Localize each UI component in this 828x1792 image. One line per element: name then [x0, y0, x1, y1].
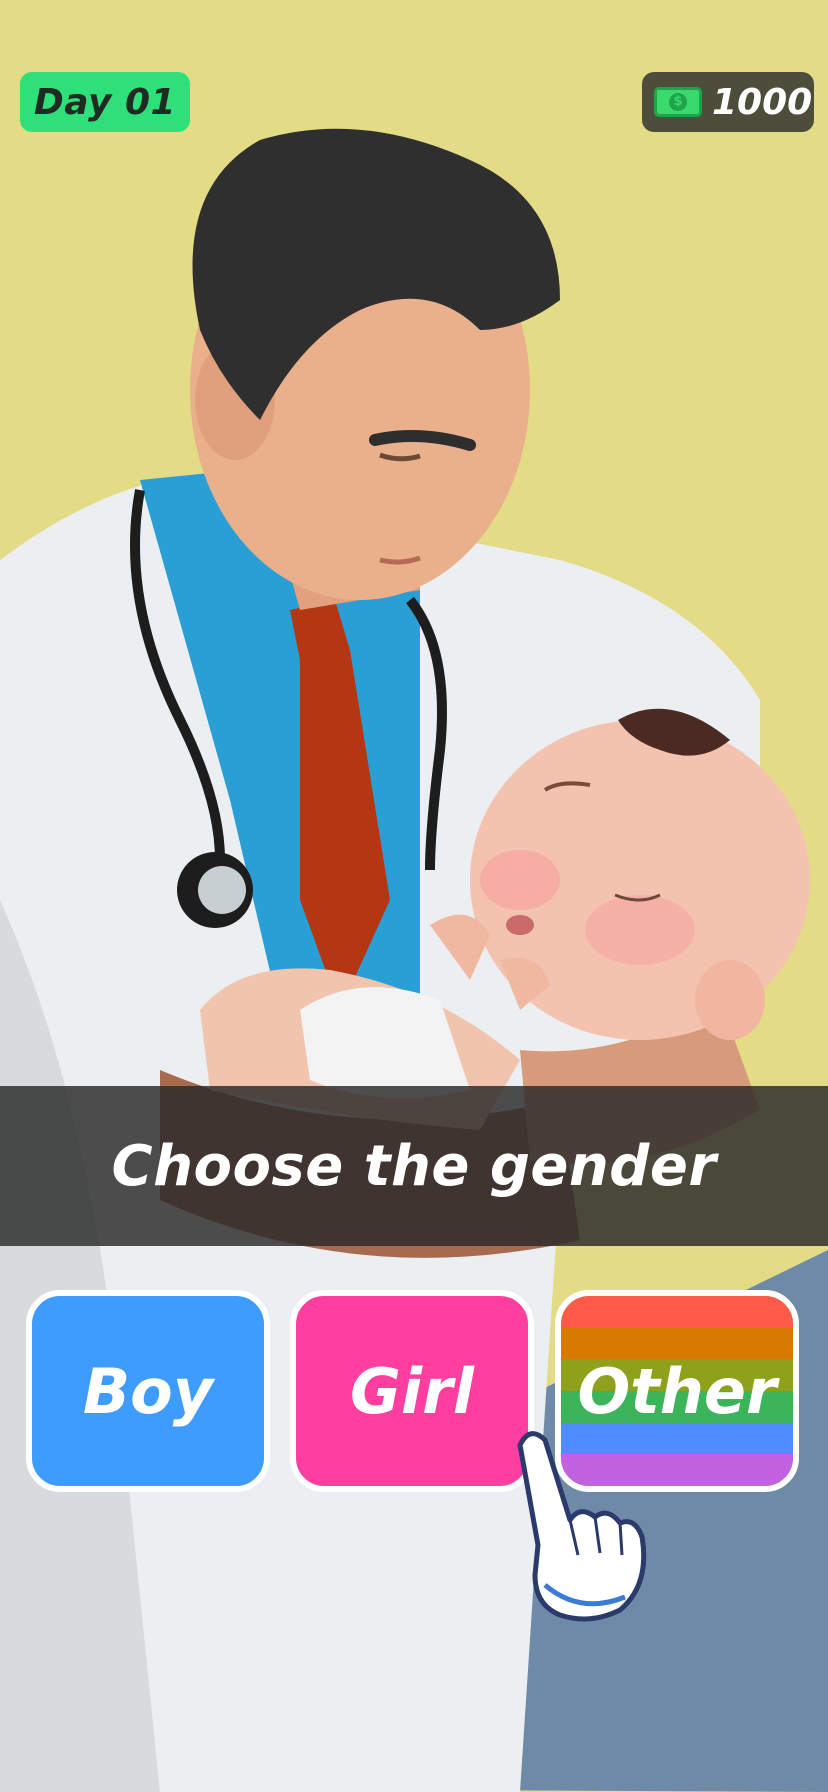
rainbow-stripe [561, 1454, 793, 1486]
girl-button[interactable]: Girl [290, 1290, 534, 1492]
baby-mouth [506, 915, 534, 935]
prompt-text: Choose the gender [111, 1133, 717, 1199]
day-label: Day 01 [33, 81, 177, 123]
baby-ear [695, 960, 765, 1040]
money-value: 1000 [712, 81, 813, 123]
boy-button[interactable]: Boy [26, 1290, 270, 1492]
other-button-label: Other [577, 1354, 777, 1428]
boy-button-label: Boy [82, 1354, 214, 1428]
game-scene [0, 0, 828, 1792]
prompt-banner: Choose the gender [0, 1086, 828, 1246]
other-button[interactable]: Other [555, 1290, 799, 1492]
cash-icon: $ [654, 87, 702, 117]
rainbow-stripe [561, 1296, 793, 1328]
girl-button-label: Girl [350, 1354, 474, 1428]
day-badge: Day 01 [20, 72, 190, 132]
money-counter: $ 1000 [642, 72, 814, 132]
